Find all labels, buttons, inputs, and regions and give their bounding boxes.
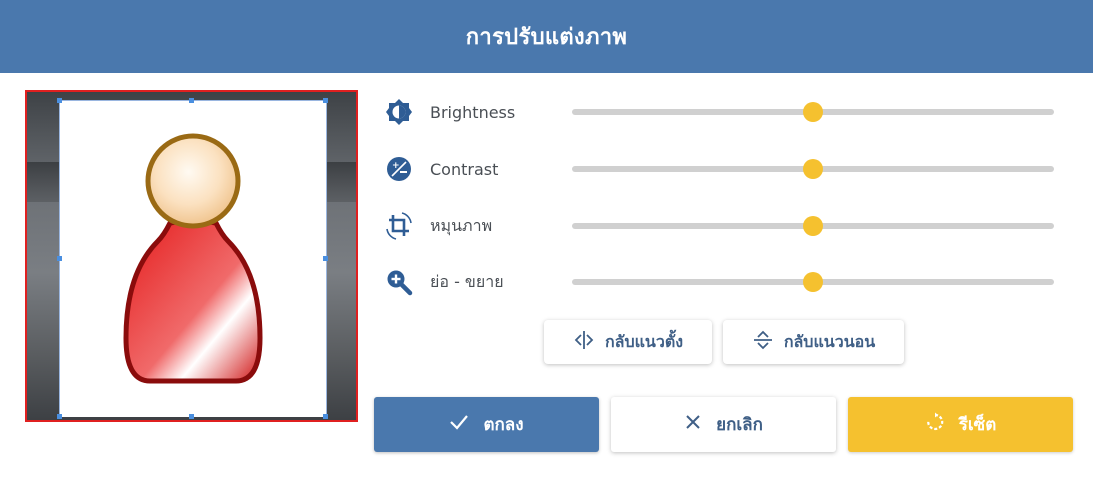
contrast-slider[interactable] — [572, 159, 1054, 179]
user-avatar-icon — [123, 133, 263, 384]
brightness-slider-thumb[interactable] — [803, 102, 823, 122]
cancel-label: ยกเลิก — [716, 415, 763, 435]
brightness-slider[interactable] — [572, 102, 1054, 122]
contrast-slider-thumb[interactable] — [803, 159, 823, 179]
slider-row-rotate: หมุนภาพ — [384, 206, 1064, 246]
flip-vertical-label: กลับแนวตั้ง — [604, 331, 684, 351]
rotate-icon — [384, 211, 414, 241]
rotate-slider[interactable] — [572, 216, 1054, 236]
ok-label: ตกลง — [483, 415, 524, 435]
image-preview — [25, 90, 358, 422]
reset-label: รีเซ็ต — [958, 415, 997, 435]
rotate-slider-thumb[interactable] — [803, 216, 823, 236]
reset-button[interactable]: รีเซ็ต — [848, 397, 1073, 452]
crop-handle-top[interactable] — [189, 98, 194, 103]
dialog-title: การปรับแต่งภาพ — [465, 25, 628, 50]
dialog-header: การปรับแต่งภาพ — [0, 0, 1093, 73]
slider-label: ย่อ - ขยาย — [430, 271, 504, 291]
zoom-slider-thumb[interactable] — [803, 272, 823, 292]
flip-vertical-button[interactable]: กลับแนวตั้ง — [544, 320, 712, 364]
flip-horizontal-button[interactable]: กลับแนวนอน — [723, 320, 904, 364]
crop-handle-top-left[interactable] — [57, 98, 62, 103]
reset-icon — [925, 412, 945, 437]
ok-button[interactable]: ตกลง — [374, 397, 599, 452]
slider-label: Contrast — [430, 159, 499, 179]
brightness-icon — [384, 97, 414, 127]
slider-label: หมุนภาพ — [430, 215, 493, 235]
crop-handle-left[interactable] — [57, 256, 62, 261]
slider-row-zoom: ย่อ - ขยาย — [384, 262, 1064, 302]
zoom-in-icon — [384, 267, 414, 297]
check-icon — [449, 412, 469, 437]
crop-handle-right[interactable] — [323, 256, 328, 261]
slider-row-brightness: Brightness — [384, 92, 1064, 132]
flip-horizontal-icon — [752, 329, 774, 355]
crop-handle-bottom-left[interactable] — [57, 414, 62, 419]
cancel-button[interactable]: ยกเลิก — [611, 397, 836, 452]
zoom-slider[interactable] — [572, 272, 1054, 292]
slider-label: Brightness — [430, 102, 516, 122]
crop-handle-bottom[interactable] — [189, 414, 194, 419]
crop-handle-top-right[interactable] — [323, 98, 328, 103]
flip-horizontal-label: กลับแนวนอน — [783, 331, 876, 351]
slider-row-contrast: + Contrast — [384, 149, 1064, 189]
crop-handle-bottom-right[interactable] — [323, 414, 328, 419]
contrast-icon: + — [384, 154, 414, 184]
close-icon — [684, 413, 702, 436]
flip-vertical-icon — [573, 329, 595, 355]
crop-area[interactable] — [59, 100, 327, 417]
